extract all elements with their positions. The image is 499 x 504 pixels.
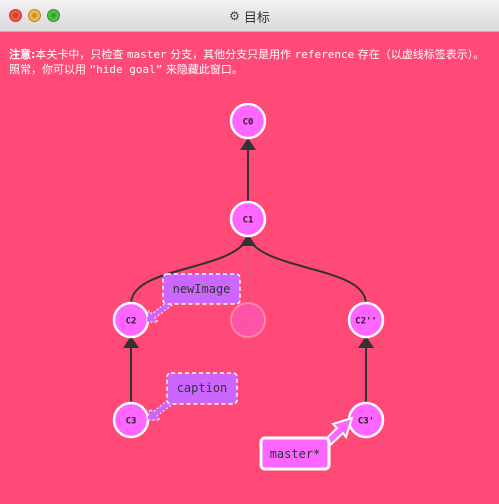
branch-caption[interactable]: caption: [146, 372, 238, 421]
branch-newimage[interactable]: newImage: [145, 273, 241, 323]
commit-c0[interactable]: C0: [229, 102, 267, 140]
edge-c2pp-to-c1: [247, 237, 367, 305]
branch-caption-label: caption: [177, 381, 228, 395]
commit-c2-label: C2: [126, 317, 137, 327]
commit-c3-prime[interactable]: C3': [347, 401, 385, 439]
commit-c2-ghost-label: C2': [241, 316, 255, 325]
commit-c1-label: C1: [243, 216, 254, 226]
commit-c2[interactable]: C2: [112, 301, 150, 339]
arrowhead-c0: [240, 138, 256, 150]
commit-graph: C0 C1 C2 C2' C2'' C3 C3' newImage captio…: [112, 102, 385, 471]
commit-c1[interactable]: C1: [229, 200, 267, 238]
commit-c0-label: C0: [243, 118, 254, 128]
commit-c3-label: C3: [126, 417, 137, 427]
goal-window: ⚙ 目标 注意:本关卡中，只检查 master 分支，其他分支只是用作 refe…: [0, 0, 499, 504]
branch-master[interactable]: master*: [259, 416, 354, 471]
branch-newimage-label: newImage: [173, 282, 231, 296]
commit-c3[interactable]: C3: [112, 401, 150, 439]
commit-c2-double-prime[interactable]: C2'': [347, 301, 385, 339]
branch-master-label: master*: [270, 447, 321, 461]
commit-c2-ghost: C2': [230, 302, 266, 338]
commit-c3-prime-label: C3': [358, 417, 374, 427]
commit-c2-double-prime-label: C2'': [355, 317, 377, 327]
